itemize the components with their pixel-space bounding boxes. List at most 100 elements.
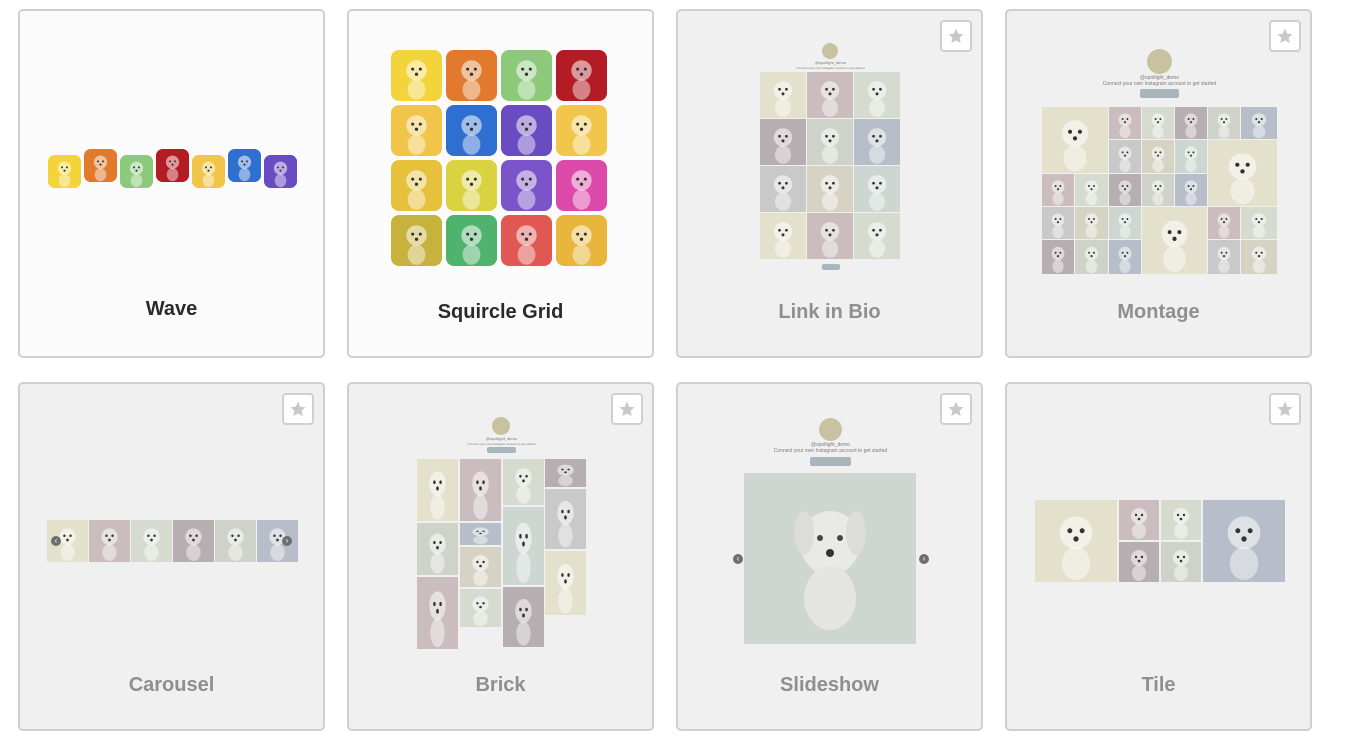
photo-tile [760, 72, 806, 118]
squircle-tile [556, 50, 607, 101]
photo-tile [1109, 140, 1141, 173]
photo-tile [854, 72, 900, 118]
photo-tile [1042, 107, 1108, 173]
layout-card-slideshow[interactable]: @spotlight_demo Connect your own Instagr… [676, 382, 983, 731]
squircle-tile [501, 105, 552, 156]
photo-tile [417, 523, 458, 575]
dog-photo-icon [794, 511, 866, 630]
star-icon[interactable] [1269, 393, 1301, 425]
photo-tile [503, 459, 544, 505]
layout-label: Wave [145, 298, 198, 320]
star-icon[interactable] [282, 393, 314, 425]
photo-tile [807, 213, 853, 259]
photo-tile [760, 119, 806, 165]
carousel-strip [47, 520, 298, 562]
wave-tile [120, 155, 153, 188]
photo-tile [854, 119, 900, 165]
layout-label: Slideshow [780, 674, 879, 696]
squircle-tile [446, 105, 497, 156]
chevron-right-icon: › [282, 536, 292, 546]
photo-tile [1208, 240, 1240, 274]
wave-tile [192, 155, 225, 188]
photo-tile [89, 520, 130, 562]
photo-tile [1175, 140, 1207, 173]
layout-card-montage[interactable]: @spotlight_demo Connect your own Instagr… [1005, 9, 1312, 358]
squircle-tile [446, 50, 497, 101]
profile-header: @spotlight_demo Connect your own Instagr… [429, 417, 574, 457]
squircle-tile [501, 160, 552, 211]
montage-grid [1042, 107, 1277, 274]
squircle-tile [556, 105, 607, 156]
photo-tile [807, 72, 853, 118]
photo-tile [807, 119, 853, 165]
photo-tile [1142, 107, 1174, 139]
photo-tile [1142, 207, 1207, 274]
layout-card-tile[interactable]: Tile [1005, 382, 1312, 731]
photo-tile [1175, 107, 1207, 139]
layout-card-brick[interactable]: @spotlight_demo Connect your own Instagr… [347, 382, 654, 731]
link-in-bio-grid [760, 72, 901, 262]
squircle-tile [391, 215, 442, 266]
photo-tile [1109, 207, 1141, 239]
photo-tile [460, 589, 501, 627]
chevron-left-icon: ‹ [733, 554, 743, 564]
photo-tile [1075, 207, 1108, 239]
photo-tile [1208, 140, 1277, 206]
photo-tile [1075, 174, 1108, 206]
photo-tile [854, 166, 900, 212]
photo-tile [1142, 174, 1174, 206]
wave-tile [156, 149, 189, 182]
photo-tile [460, 459, 501, 521]
squircle-tile [391, 105, 442, 156]
squircle-tile [501, 50, 552, 101]
squircle-tile [446, 215, 497, 266]
star-icon[interactable] [611, 393, 643, 425]
photo-tile [545, 489, 586, 549]
photo-tile [760, 213, 806, 259]
profile-header: @spotlight_demo Connect your own Instagr… [758, 418, 903, 468]
photo-tile [1109, 174, 1141, 206]
photo-tile [1241, 107, 1277, 139]
star-icon[interactable] [1269, 20, 1301, 52]
photo-tile [503, 587, 544, 647]
wave-preview [48, 147, 298, 191]
squircle-tile [556, 160, 607, 211]
layout-card-carousel[interactable]: ‹ › Carousel [18, 382, 325, 731]
photo-tile [1075, 240, 1108, 274]
wave-tile [84, 149, 117, 182]
photo-tile [1241, 207, 1277, 239]
layout-card-wave[interactable]: Wave [18, 9, 325, 358]
star-icon[interactable] [940, 20, 972, 52]
photo-tile [1161, 542, 1201, 582]
slideshow-image [744, 473, 916, 644]
profile-subtitle: Connect your own Instagram account to ge… [773, 448, 888, 454]
wave-tile [48, 155, 81, 188]
photo-tile [1035, 500, 1117, 582]
photo-tile [1203, 500, 1285, 582]
photo-tile [460, 523, 501, 545]
layout-label: Montage [1117, 301, 1200, 323]
layout-card-squircle-grid[interactable]: Squircle Grid [347, 9, 654, 358]
load-more-button [822, 264, 840, 270]
photo-tile [1042, 174, 1074, 206]
wave-tile [228, 149, 261, 182]
photo-tile [545, 459, 586, 487]
photo-tile [173, 520, 214, 562]
photo-tile [1042, 240, 1074, 274]
squircle-grid-preview [391, 50, 611, 270]
squircle-tile [391, 160, 442, 211]
chevron-right-icon: › [919, 554, 929, 564]
brick-grid [417, 459, 587, 649]
star-icon[interactable] [940, 393, 972, 425]
photo-tile [1208, 207, 1240, 239]
profile-subtitle: Connect your own Instagram account to ge… [1102, 81, 1217, 87]
profile-header: @spotlight_demo Connect your own Instagr… [1087, 49, 1232, 101]
photo-tile [760, 166, 806, 212]
squircle-tile [446, 160, 497, 211]
layout-label: Squircle Grid [437, 301, 564, 323]
squircle-tile [391, 50, 442, 101]
follow-button [810, 457, 851, 466]
layout-card-link-in-bio[interactable]: @spotlight_demo Connect your own Instagr… [676, 9, 983, 358]
photo-tile [545, 551, 586, 615]
layout-label: Link in Bio [778, 301, 881, 323]
